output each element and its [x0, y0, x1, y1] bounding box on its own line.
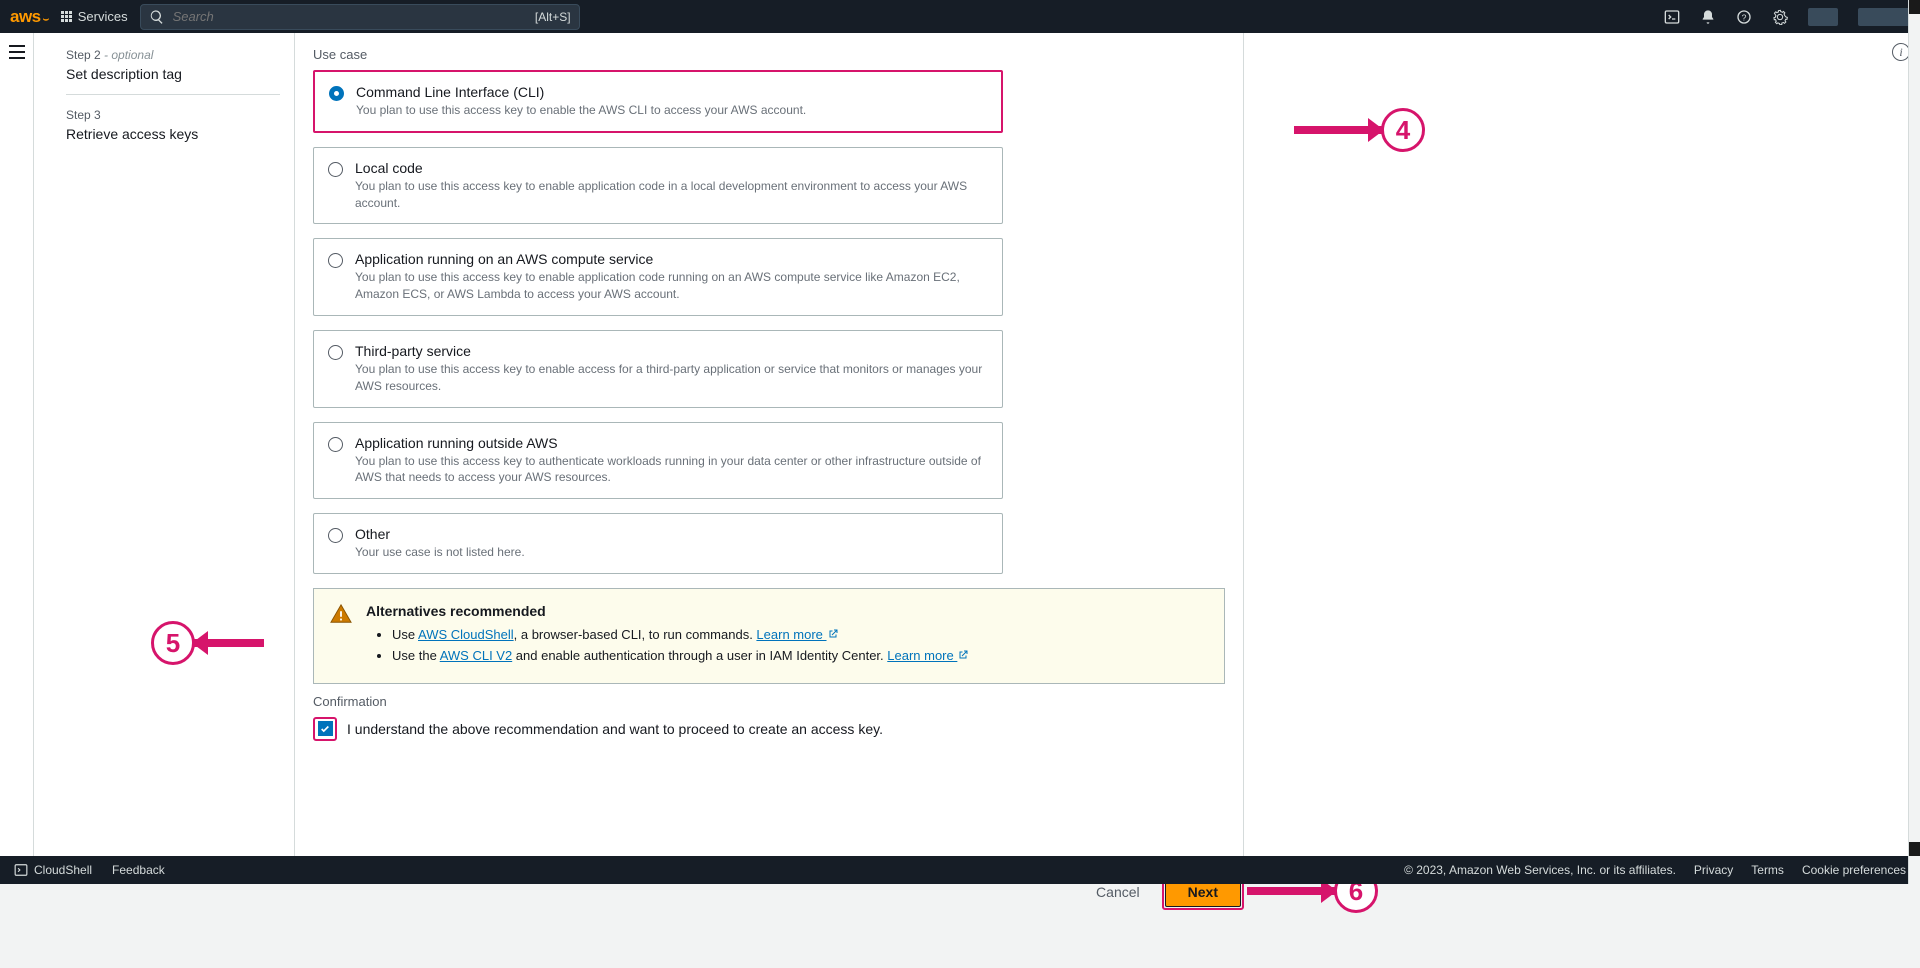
aws-logo[interactable]: aws⌣ [10, 7, 49, 27]
scroll-up-icon[interactable] [1909, 0, 1920, 14]
step3-title: Retrieve access keys [66, 126, 280, 142]
alert-title: Alternatives recommended [366, 603, 1208, 619]
copyright-text: © 2023, Amazon Web Services, Inc. or its… [1404, 863, 1676, 877]
confirmation-checkbox[interactable] [313, 717, 337, 741]
notifications-icon[interactable] [1700, 9, 1716, 25]
search-shortcut: [Alt+S] [535, 10, 571, 24]
use-case-cli[interactable]: Command Line Interface (CLI) You plan to… [313, 70, 1003, 133]
scroll-down-icon[interactable] [1909, 842, 1920, 856]
cloudshell-link[interactable]: AWS CloudShell [418, 627, 514, 642]
search-icon [149, 9, 165, 25]
search-box[interactable]: [Alt+S] [140, 4, 580, 30]
cloudshell-icon[interactable] [1664, 9, 1680, 25]
right-gutter: i [1244, 33, 1920, 856]
top-navbar: aws⌣ Services [Alt+S] ? [0, 0, 1920, 33]
confirmation-row: I understand the above recommendation an… [313, 717, 1225, 741]
radio-icon [328, 162, 343, 177]
use-case-third-party[interactable]: Third-party service You plan to use this… [313, 330, 1003, 408]
radio-icon [328, 437, 343, 452]
search-input[interactable] [173, 9, 527, 24]
confirmation-text: I understand the above recommendation an… [347, 721, 883, 737]
services-button[interactable]: Services [61, 9, 128, 24]
grid-icon [61, 11, 72, 22]
menu-icon[interactable] [9, 45, 25, 59]
feedback-link[interactable]: Feedback [112, 863, 165, 877]
radio-icon [329, 86, 344, 101]
external-link-icon [827, 628, 839, 640]
services-label: Services [78, 9, 128, 24]
confirmation-label: Confirmation [313, 694, 1225, 709]
use-case-compute-service[interactable]: Application running on an AWS compute se… [313, 238, 1003, 316]
settings-icon[interactable] [1772, 9, 1788, 25]
divider [66, 94, 280, 95]
actions-bar: Cancel Next 6 [0, 874, 1920, 968]
use-case-other[interactable]: Other Your use case is not listed here. [313, 513, 1003, 574]
warning-icon [330, 603, 352, 625]
external-link-icon [957, 649, 969, 661]
use-case-outside-aws[interactable]: Application running outside AWS You plan… [313, 422, 1003, 500]
wizard-step-2[interactable]: Step 2 - optional Set description tag [66, 47, 280, 82]
terms-link[interactable]: Terms [1751, 863, 1784, 877]
wizard-step-3[interactable]: Step 3 Retrieve access keys [66, 107, 280, 142]
use-case-label: Use case [313, 47, 1225, 62]
account-placeholder[interactable] [1858, 8, 1910, 26]
alternatives-alert: Alternatives recommended Use AWS CloudSh… [313, 588, 1225, 684]
cliv2-link[interactable]: AWS CLI V2 [440, 648, 512, 663]
radio-icon [328, 253, 343, 268]
privacy-link[interactable]: Privacy [1694, 863, 1733, 877]
scrollbar[interactable] [1908, 0, 1920, 884]
cloudshell-footer-icon[interactable] [14, 863, 28, 877]
alert-item-cloudshell: Use AWS CloudShell, a browser-based CLI,… [392, 627, 1208, 642]
help-icon[interactable]: ? [1736, 9, 1752, 25]
footer-bar: CloudShell Feedback © 2023, Amazon Web S… [0, 856, 1920, 884]
alert-item-cliv2: Use the AWS CLI V2 and enable authentica… [392, 648, 1208, 663]
page-shell: Step 2 - optional Set description tag St… [0, 33, 1920, 856]
wizard-steps: Step 2 - optional Set description tag St… [34, 33, 294, 856]
learn-more-link[interactable]: Learn more [756, 627, 838, 642]
cookie-link[interactable]: Cookie preferences [1802, 863, 1906, 877]
cloudshell-link[interactable]: CloudShell [34, 863, 92, 877]
main-content: Use case Command Line Interface (CLI) Yo… [294, 33, 1244, 856]
radio-icon [328, 345, 343, 360]
use-case-local-code[interactable]: Local code You plan to use this access k… [313, 147, 1003, 225]
learn-more-link[interactable]: Learn more [887, 648, 969, 663]
radio-icon [328, 528, 343, 543]
check-icon [320, 724, 330, 734]
svg-text:?: ? [1742, 12, 1747, 22]
collapse-panel [0, 33, 34, 856]
region-placeholder[interactable] [1808, 8, 1838, 26]
step2-title: Set description tag [66, 66, 280, 82]
